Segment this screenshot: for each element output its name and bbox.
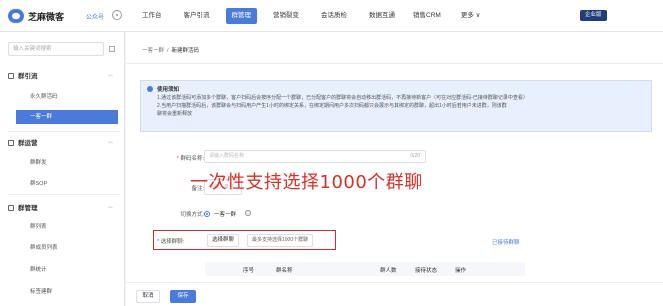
brand-name: 芝麻微客 [28, 12, 65, 22]
enterprise-badge: 企业版 [580, 10, 607, 21]
usage-notice: 使用须知 1.通过该群活码可添加多个群聊，客户扫码后会按序分配一个群聊，已分配客… [140, 80, 652, 132]
col-group-name: 群名称 [276, 268, 293, 274]
sidebar-item-one-customer-one-group[interactable]: 一客一群 [16, 110, 118, 124]
brand-logo-icon [8, 9, 24, 23]
notice-line-2: 2.当用户扫描群活码后，该群聊会与扫码用户产生1小时的绑定关系，在绑定期间用户多… [157, 103, 507, 109]
sidebar-item-permanent-code[interactable]: 永久群活码 [30, 92, 58, 100]
nav-group-management[interactable]: 群管理 [225, 8, 257, 24]
cancel-button[interactable]: 取消 [136, 290, 160, 303]
groups-table-header: 序号 群名称 群人数 接待状态 操作 [205, 262, 525, 276]
notice-line-1: 1.通过该群活码可添加多个群聊，客户扫码后会按序分配一个群聊，已分配客户的群聊将… [157, 95, 528, 101]
nav-workbench[interactable]: 工作台 [136, 8, 168, 24]
col-actions: 操作 [455, 268, 467, 274]
nav-data-sync[interactable]: 数据互通 [363, 8, 401, 24]
nav-more[interactable]: 更多 ∨ [455, 8, 487, 24]
received-groups-link[interactable]: 已接待群聊 [492, 238, 520, 246]
sidebar-item-group-stats[interactable]: 群统计 [30, 265, 47, 273]
nav-customer-acquisition[interactable]: 客户引流 [178, 8, 216, 24]
main-nav: 工作台 客户引流 群管理 营销裂变 会话质检 数据互通 销售CRM 更多 ∨ [136, 0, 486, 32]
select-groups-button[interactable]: 选择群聊 [207, 234, 240, 247]
col-status: 接待状态 [415, 268, 438, 274]
management-icon [8, 205, 14, 211]
notice-title: 使用须知 [157, 87, 180, 93]
sidebar-item-group-list[interactable]: 群列表 [30, 222, 47, 230]
group-icon [8, 73, 14, 79]
settings-icon[interactable] [112, 10, 122, 20]
footer-actions: 取消 保存 [126, 282, 663, 306]
sidebar-group-management[interactable]: 群管理 [8, 202, 38, 212]
account-type-label[interactable]: 公众号 [86, 12, 104, 21]
sidebar-item-member-list[interactable]: 群成员列表 [30, 243, 58, 251]
sidebar-search-input[interactable]: 输入关键词搜索 [8, 42, 104, 56]
notice-line-3: 聊将会重新释放 [157, 111, 193, 117]
help-icon[interactable] [245, 210, 251, 216]
group-code-name-input[interactable]: 请输入群码名称 0/20 [204, 150, 426, 163]
col-member-count: 群人数 [380, 268, 397, 274]
char-count: 0/20 [410, 153, 420, 159]
sidebar-item-group-broadcast[interactable]: 群群发 [30, 158, 47, 166]
group-code-name-label: * 群码名称: [176, 156, 204, 162]
select-limit-hint: 最多支持选择1000个群聊 [247, 234, 314, 247]
save-button[interactable]: 保存 [170, 290, 196, 303]
nav-sales-crm[interactable]: 销售CRM [407, 8, 447, 24]
mode-label: 切换方式: [180, 212, 204, 218]
mode-radio-label[interactable]: 一客一群 [214, 210, 236, 218]
nav-session-qc[interactable]: 会话质检 [315, 8, 353, 24]
sidebar-item-tag-create-group[interactable]: 标签建群 [30, 287, 52, 295]
mode-radio[interactable] [204, 211, 210, 217]
nav-marketing-fission[interactable]: 营销裂变 [267, 8, 305, 24]
breadcrumb-current: 新建群活码 [171, 48, 200, 54]
chevron-up-icon[interactable]: ︿ [108, 138, 113, 145]
info-icon [147, 86, 153, 92]
operation-icon [8, 140, 14, 146]
promo-annotation: 一次性支持选择1000个群聊 [190, 172, 423, 193]
top-bar: 芝麻微客 公众号 工作台 客户引流 群管理 营销裂变 会话质检 数据互通 销售C… [0, 0, 663, 32]
breadcrumb-parent[interactable]: 一客一群 [142, 48, 164, 54]
sidebar: 输入关键词搜索 群引流 ︿ 永久群活码 一客一群 群运营 ︿ 群群发 群SOP … [0, 32, 125, 306]
chevron-up-icon[interactable]: ︿ [108, 203, 113, 210]
sidebar-item-group-sop[interactable]: 群SOP [30, 179, 47, 187]
sidebar-group-traffic[interactable]: 群引流 [8, 70, 38, 80]
breadcrumb: 一客一群 / 新建群活码 [142, 48, 200, 54]
col-index: 序号 [243, 268, 255, 274]
pin-icon[interactable] [109, 46, 115, 52]
sidebar-group-operation[interactable]: 群运营 [8, 137, 38, 147]
select-groups-label: * 选择群聊: [157, 239, 185, 245]
chevron-up-icon[interactable]: ︿ [108, 71, 113, 78]
